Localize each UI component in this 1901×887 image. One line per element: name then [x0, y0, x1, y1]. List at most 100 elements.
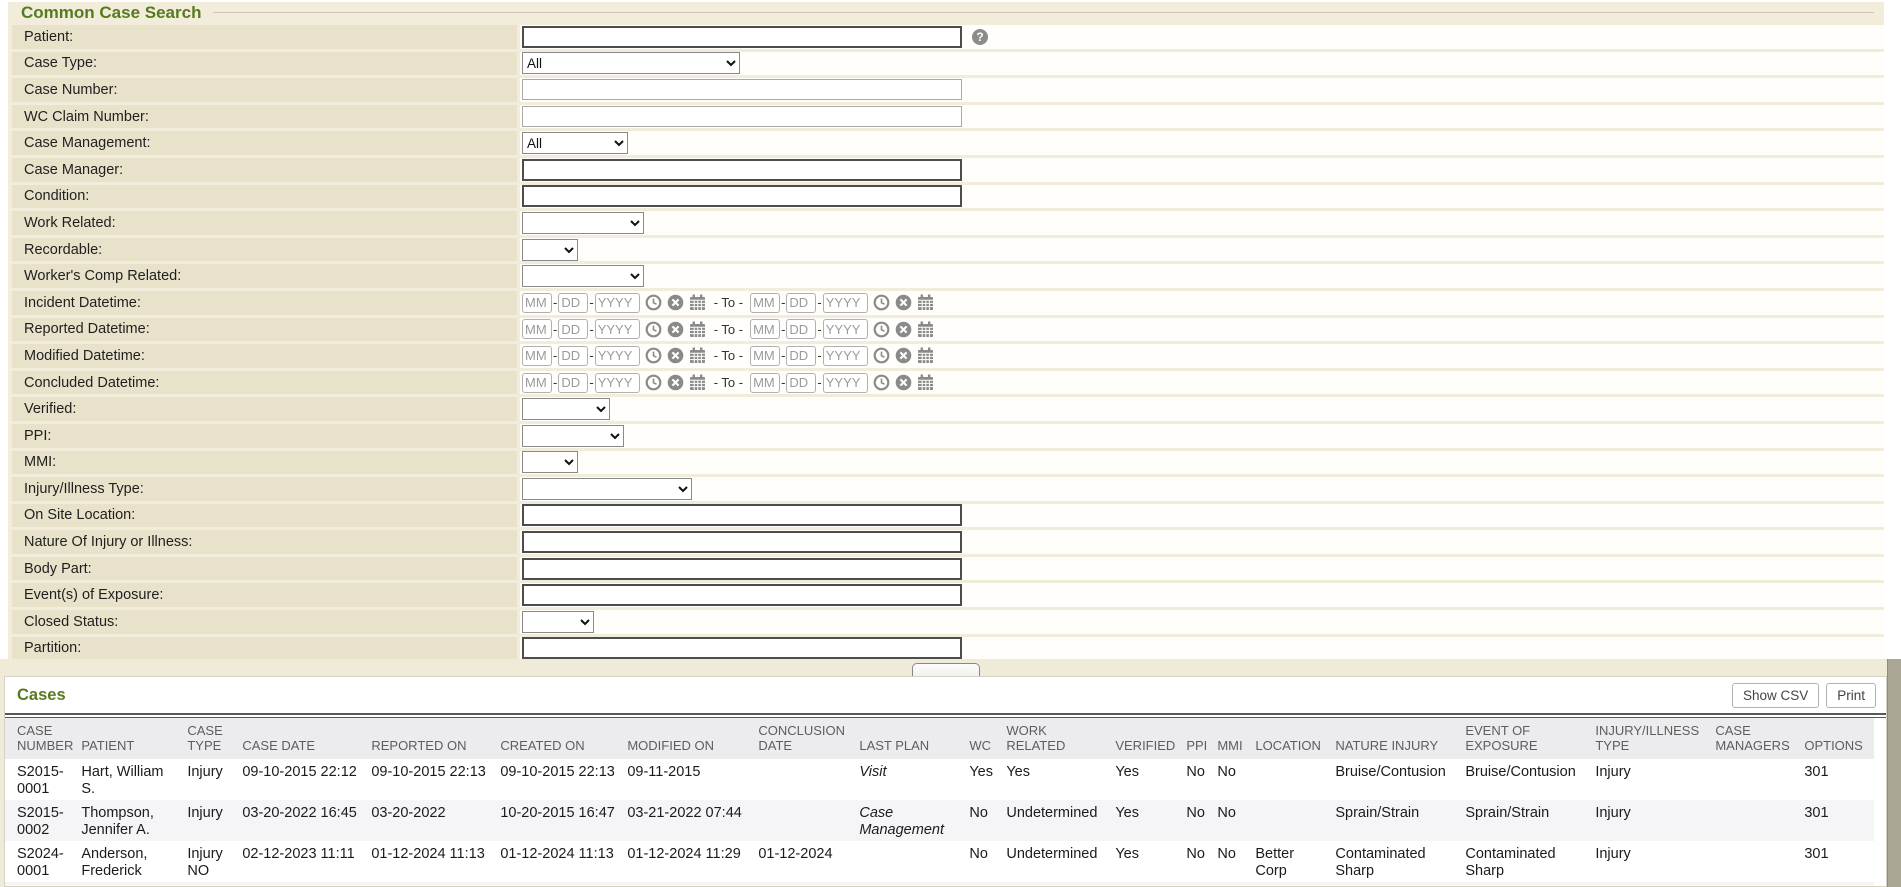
- incident-datetime-from-clear-icon[interactable]: [667, 294, 684, 311]
- table-cell: [1255, 800, 1335, 841]
- closed-status-select[interactable]: [522, 611, 594, 633]
- form-row-case-type: Case Type:All: [12, 52, 1884, 76]
- incident-datetime-to-month-input[interactable]: [750, 293, 780, 313]
- wc-claim-number-input[interactable]: [522, 106, 962, 127]
- reported-datetime-to-day-input[interactable]: [786, 319, 816, 339]
- concluded-datetime-to-calendar-icon[interactable]: [917, 374, 934, 391]
- table-cell[interactable]: 301: [1804, 841, 1874, 882]
- reported-datetime-to-year-input[interactable]: [823, 319, 868, 339]
- concluded-datetime-to-day-input[interactable]: [786, 373, 816, 393]
- ppi-select[interactable]: [522, 425, 624, 447]
- incident-datetime-from-clock-icon[interactable]: [645, 294, 662, 311]
- modified-datetime-to-month-input[interactable]: [750, 346, 780, 366]
- help-icon[interactable]: ?: [972, 29, 988, 45]
- concluded-datetime-from-year-input[interactable]: [595, 373, 640, 393]
- case-manager-label: Case Manager:: [12, 158, 520, 182]
- concluded-datetime-to-month-input[interactable]: [750, 373, 780, 393]
- nature-of-injury-input[interactable]: [522, 531, 962, 553]
- table-cell: Sprain/Strain: [1335, 800, 1465, 841]
- modified-datetime-to-clock-icon[interactable]: [873, 347, 890, 364]
- incident-datetime-to-calendar-icon[interactable]: [917, 294, 934, 311]
- concluded-datetime-control-area: --- To ---: [520, 371, 1884, 395]
- table-cell[interactable]: 301: [1804, 800, 1874, 841]
- reported-datetime-from-clock-icon[interactable]: [645, 321, 662, 338]
- concluded-datetime-to-clear-icon[interactable]: [895, 374, 912, 391]
- on-site-location-control-area: [520, 504, 1884, 528]
- modified-datetime-from-clear-icon[interactable]: [667, 347, 684, 364]
- cases-toolbar: Show CSV Print: [1732, 683, 1876, 708]
- form-row-nature-of-injury: Nature Of Injury or Illness:: [12, 530, 1884, 554]
- column-header: CREATED ON: [500, 718, 627, 759]
- incident-datetime-to-day-input[interactable]: [786, 293, 816, 313]
- reported-datetime-from-day-input[interactable]: [558, 319, 588, 339]
- modified-datetime-from-day-input[interactable]: [558, 346, 588, 366]
- incident-datetime-from-month-input[interactable]: [522, 293, 552, 313]
- column-header: REPORTED ON: [371, 718, 500, 759]
- concluded-datetime-to-clock-icon[interactable]: [873, 374, 890, 391]
- to-label: - To -: [714, 348, 743, 363]
- reported-datetime-to-month-input[interactable]: [750, 319, 780, 339]
- concluded-datetime-from-clock-icon[interactable]: [645, 374, 662, 391]
- incident-datetime-control-area: --- To ---: [520, 291, 1884, 315]
- modified-datetime-to-year-input[interactable]: [823, 346, 868, 366]
- recordable-select[interactable]: [522, 239, 578, 261]
- incident-datetime-to-clear-icon[interactable]: [895, 294, 912, 311]
- case-number-input[interactable]: [522, 79, 962, 100]
- concluded-datetime-label: Concluded Datetime:: [12, 371, 520, 395]
- case-manager-input[interactable]: [522, 159, 962, 181]
- verified-select[interactable]: [522, 398, 610, 420]
- modified-datetime-from-calendar-icon[interactable]: [689, 347, 706, 364]
- reported-datetime-from-year-input[interactable]: [595, 319, 640, 339]
- reported-datetime-from-calendar-icon[interactable]: [689, 321, 706, 338]
- modified-datetime-to-calendar-icon[interactable]: [917, 347, 934, 364]
- column-header: INJURY/ILLNESS TYPE: [1595, 718, 1715, 759]
- print-button[interactable]: Print: [1826, 683, 1876, 708]
- reported-datetime-from-month-input[interactable]: [522, 319, 552, 339]
- concluded-datetime-from-clear-icon[interactable]: [667, 374, 684, 391]
- incident-datetime-from-calendar-icon[interactable]: [689, 294, 706, 311]
- column-header: VERIFIED: [1115, 718, 1186, 759]
- events-of-exposure-input[interactable]: [522, 584, 962, 606]
- modified-datetime-from-clock-icon[interactable]: [645, 347, 662, 364]
- concluded-datetime-from-month-input[interactable]: [522, 373, 552, 393]
- injury-illness-type-select[interactable]: [522, 478, 692, 500]
- modified-datetime-from-month-input[interactable]: [522, 346, 552, 366]
- mmi-select[interactable]: [522, 451, 578, 473]
- injury-illness-type-control-area: [520, 477, 1884, 501]
- table-cell: [758, 800, 859, 841]
- incident-datetime-to-clock-icon[interactable]: [873, 294, 890, 311]
- concluded-datetime-from-day-input[interactable]: [558, 373, 588, 393]
- table-cell[interactable]: 301: [1804, 759, 1874, 800]
- reported-datetime-to-clock-icon[interactable]: [873, 321, 890, 338]
- modified-datetime-to-clear-icon[interactable]: [895, 347, 912, 364]
- reported-datetime-from-clear-icon[interactable]: [667, 321, 684, 338]
- show-csv-button[interactable]: Show CSV: [1732, 683, 1819, 708]
- incident-datetime-from-day-input[interactable]: [558, 293, 588, 313]
- on-site-location-input[interactable]: [522, 504, 962, 526]
- concluded-datetime-to-year-input[interactable]: [823, 373, 868, 393]
- date-separator: -: [781, 295, 785, 310]
- table-cell: 01-12-2024 11:13: [371, 841, 500, 882]
- modified-datetime-label: Modified Datetime:: [12, 344, 520, 368]
- incident-datetime-to-year-input[interactable]: [823, 293, 868, 313]
- case-management-select[interactable]: All: [522, 132, 628, 154]
- concluded-datetime-from-calendar-icon[interactable]: [689, 374, 706, 391]
- reported-datetime-label: Reported Datetime:: [12, 318, 520, 342]
- body-part-input[interactable]: [522, 558, 962, 580]
- table-cell: 09-10-2015 22:13: [371, 759, 500, 800]
- reported-datetime-to-calendar-icon[interactable]: [917, 321, 934, 338]
- modified-datetime-to-day-input[interactable]: [786, 346, 816, 366]
- workers-comp-related-select[interactable]: [522, 265, 644, 287]
- incident-datetime-from-year-input[interactable]: [595, 293, 640, 313]
- table-cell: Injury: [187, 800, 242, 841]
- patient-input[interactable]: [522, 26, 962, 48]
- vertical-scrollbar[interactable]: [1887, 659, 1901, 887]
- case-type-select[interactable]: All: [522, 52, 740, 74]
- reported-datetime-to-clear-icon[interactable]: [895, 321, 912, 338]
- modified-datetime-from-year-input[interactable]: [595, 346, 640, 366]
- partition-input[interactable]: [522, 637, 962, 659]
- form-row-patient: Patient:?: [12, 25, 1884, 49]
- condition-input[interactable]: [522, 185, 962, 207]
- ppi-label: PPI:: [12, 424, 520, 448]
- work-related-select[interactable]: [522, 212, 644, 234]
